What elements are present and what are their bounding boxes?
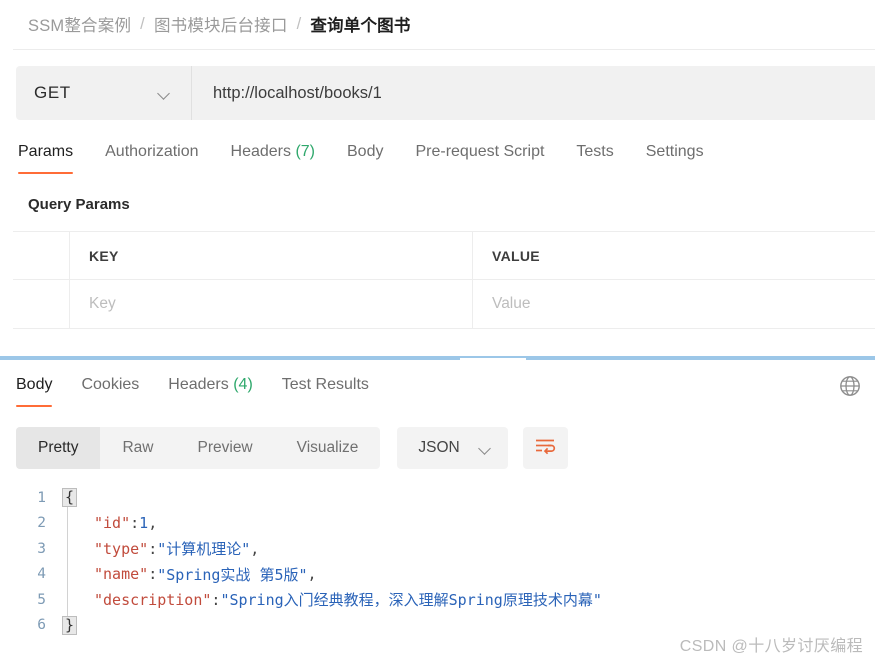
tab-label: Tests <box>576 143 613 160</box>
response-tab-cookies[interactable]: Cookies <box>81 371 139 407</box>
chevron-down-icon <box>479 444 492 452</box>
breadcrumb-item-1[interactable]: SSM整合案例 <box>28 12 131 36</box>
line-number: 1 <box>16 490 62 506</box>
tab-label: Test Results <box>282 376 369 393</box>
http-method-selector[interactable]: GET <box>16 66 192 120</box>
chevron-down-icon <box>158 89 171 97</box>
table-row: KeyValue <box>13 280 875 329</box>
json-key: "name" <box>94 565 148 583</box>
json-key: "type" <box>94 540 148 558</box>
line-number: 4 <box>16 566 62 582</box>
breadcrumb-separator: / <box>297 15 302 34</box>
response-tab-body[interactable]: Body <box>16 371 52 407</box>
code-line: 4"name": "Spring实战 第5版", <box>16 562 875 588</box>
code-line: 2"id": 1, <box>16 511 875 537</box>
column-header-key: KEY <box>70 232 473 279</box>
column-header-value: VALUE <box>473 232 875 279</box>
json-key: "id" <box>94 514 130 532</box>
tab-label: Headers <box>168 376 228 393</box>
watermark: CSDN @十八岁讨厌编程 <box>680 632 863 656</box>
header-divider <box>13 49 875 50</box>
query-params-title: Query Params <box>28 196 130 213</box>
tab-pre-request-script[interactable]: Pre-request Script <box>415 138 544 174</box>
postman-window: SSM整合案例 / 图书模块后台接口 / 查询单个图书 GET http://local… <box>0 0 875 668</box>
row-select-cell[interactable] <box>13 232 70 279</box>
code-content: "id": 1, <box>62 514 157 532</box>
json-value: "计算机理论" <box>157 538 250 559</box>
view-mode-visualize[interactable]: Visualize <box>275 427 381 469</box>
request-url-bar: GET http://localhost/books/1 <box>16 66 875 120</box>
code-content: } <box>62 616 77 635</box>
line-number: 5 <box>16 592 62 608</box>
row-checkbox-cell[interactable] <box>13 280 70 328</box>
tab-tests[interactable]: Tests <box>576 138 613 174</box>
word-wrap-toggle-button[interactable] <box>523 427 568 469</box>
tab-label: Body <box>347 143 383 160</box>
response-view-toolbar: PrettyRawPreviewVisualize JSON <box>16 427 568 469</box>
response-view-mode-group: PrettyRawPreviewVisualize <box>16 427 380 469</box>
json-value: "Spring实战 第5版" <box>157 564 307 585</box>
breadcrumb-item-3: 查询单个图书 <box>310 12 410 36</box>
json-colon: : <box>148 540 157 558</box>
globe-icon[interactable] <box>837 373 863 399</box>
json-key: "description" <box>94 591 211 609</box>
line-number: 3 <box>16 541 62 557</box>
tab-label: Cookies <box>81 376 139 393</box>
code-content: "type": "计算机理论", <box>62 538 259 559</box>
response-tabs: Body Cookies Headers (4) Test Results <box>16 371 398 411</box>
tab-count-badge: (7) <box>291 143 315 160</box>
tab-params[interactable]: Params <box>18 138 73 174</box>
request-url-input[interactable]: http://localhost/books/1 <box>192 66 875 120</box>
brace-token: { <box>62 488 77 507</box>
tab-count-badge: (4) <box>229 376 253 393</box>
query-params-table: KEYVALUEKeyValue <box>13 231 875 329</box>
tab-headers[interactable]: Headers (7) <box>231 138 315 174</box>
json-comma: , <box>148 514 157 532</box>
tab-settings[interactable]: Settings <box>646 138 704 174</box>
breadcrumb: SSM整合案例 / 图书模块后台接口 / 查询单个图书 <box>28 2 411 46</box>
json-comma: , <box>250 540 259 558</box>
json-colon: : <box>211 591 220 609</box>
response-tab-headers[interactable]: Headers (4) <box>168 371 252 407</box>
response-tab-test-results[interactable]: Test Results <box>282 371 369 407</box>
code-line: 1{ <box>16 485 875 511</box>
line-number: 6 <box>16 617 62 633</box>
view-mode-pretty[interactable]: Pretty <box>16 427 100 469</box>
param-value-input[interactable]: Value <box>473 280 875 328</box>
view-mode-preview[interactable]: Preview <box>176 427 275 469</box>
http-method-label: GET <box>34 83 71 103</box>
word-wrap-icon <box>534 437 556 460</box>
tab-label: Pre-request Script <box>415 143 544 160</box>
code-line: 3"type": "计算机理论", <box>16 536 875 562</box>
code-line: 5"description": "Spring入门经典教程，深入理解Spring… <box>16 587 875 613</box>
json-colon: : <box>130 514 139 532</box>
tab-label: Params <box>18 143 73 160</box>
response-body-code[interactable]: 1{2"id": 1,3"type": "计算机理论",4"name": "Sp… <box>16 485 875 638</box>
json-value: "Spring入门经典教程，深入理解Spring原理技术内幕" <box>220 589 601 610</box>
code-content: "description": "Spring入门经典教程，深入理解Spring原… <box>62 589 602 610</box>
tab-authorization[interactable]: Authorization <box>105 138 198 174</box>
brace-token: } <box>62 616 77 635</box>
code-content: { <box>62 488 77 507</box>
tab-label: Body <box>16 376 52 393</box>
code-content: "name": "Spring实战 第5版", <box>62 564 317 585</box>
json-comma: , <box>308 565 317 583</box>
response-format-label: JSON <box>418 439 459 457</box>
table-header-row: KEYVALUE <box>13 231 875 280</box>
view-mode-raw[interactable]: Raw <box>100 427 175 469</box>
breadcrumb-separator: / <box>140 15 145 34</box>
json-colon: : <box>148 565 157 583</box>
breadcrumb-item-2[interactable]: 图书模块后台接口 <box>154 12 288 36</box>
tab-label: Settings <box>646 143 704 160</box>
request-tabs: Params Authorization Headers (7) Body Pre-re… <box>18 138 736 180</box>
line-number: 2 <box>16 515 62 531</box>
tab-label: Headers <box>231 143 291 160</box>
tab-label: Authorization <box>105 143 198 160</box>
response-format-selector[interactable]: JSON <box>397 427 507 469</box>
pane-split-divider[interactable] <box>0 356 875 360</box>
json-value: 1 <box>139 514 148 532</box>
tab-body[interactable]: Body <box>347 138 383 174</box>
param-key-input[interactable]: Key <box>70 280 473 328</box>
